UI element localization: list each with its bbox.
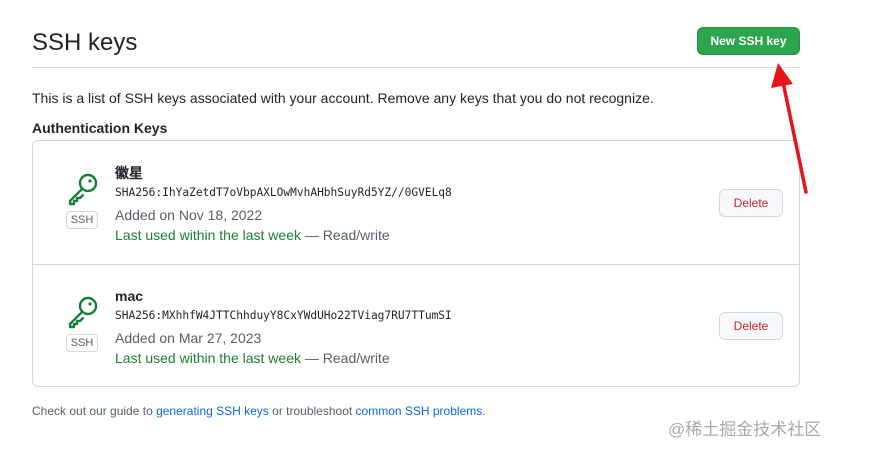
key-fingerprint: SHA256:IhYaZetdT7oVbpAXLOwMvhAHbhSuyRd5Y…	[115, 186, 452, 199]
key-title: mac	[115, 288, 144, 304]
title-divider	[32, 67, 800, 68]
key-usage: Last used within the last week — Read/wr…	[115, 348, 390, 368]
key-access: — Read/write	[301, 227, 390, 243]
key-access: — Read/write	[301, 350, 390, 366]
key-usage: Last used within the last week — Read/wr…	[115, 225, 390, 245]
new-ssh-key-button[interactable]: New SSH key	[697, 27, 800, 55]
key-icon	[68, 296, 98, 329]
delete-key-button[interactable]: Delete	[719, 189, 783, 217]
watermark: @稀土掘金技术社区	[668, 420, 822, 439]
ssh-keys-list: SSH 徽星 SHA256:IhYaZetdT7oVbpAXLOwMvhAHbh…	[32, 140, 800, 387]
key-added-date: Added on Nov 18, 2022	[115, 207, 263, 223]
footer-text: Check out our guide to generating SSH ke…	[32, 402, 486, 420]
footer-prefix: Check out our guide to	[32, 404, 157, 418]
ssh-badge: SSH	[66, 334, 98, 352]
key-added-date: Added on Mar 27, 2023	[115, 330, 262, 346]
section-heading: Authentication Keys	[32, 120, 168, 136]
intro-text: This is a list of SSH keys associated wi…	[32, 90, 654, 106]
key-title: 徽星	[115, 165, 143, 181]
common-ssh-problems-link[interactable]: common SSH problems	[356, 404, 483, 418]
generating-ssh-keys-link[interactable]: generating SSH keys	[156, 404, 269, 418]
key-last-used: Last used within the last week	[115, 350, 301, 366]
footer-suffix: .	[482, 404, 486, 418]
ssh-badge: SSH	[66, 211, 98, 229]
ssh-key-row: SSH 徽星 SHA256:IhYaZetdT7oVbpAXLOwMvhAHbh…	[33, 141, 799, 265]
key-fingerprint: SHA256:MXhhfW4JTTChhduyY8CxYWdUHo22TViag…	[115, 309, 452, 322]
footer-middle: or troubleshoot	[268, 404, 356, 418]
key-last-used: Last used within the last week	[115, 227, 301, 243]
ssh-key-row: SSH mac SHA256:MXhhfW4JTTChhduyY8CxYWdUH…	[33, 264, 799, 387]
delete-key-button[interactable]: Delete	[719, 312, 783, 340]
key-icon	[68, 173, 98, 206]
page-title: SSH keys	[32, 29, 138, 56]
